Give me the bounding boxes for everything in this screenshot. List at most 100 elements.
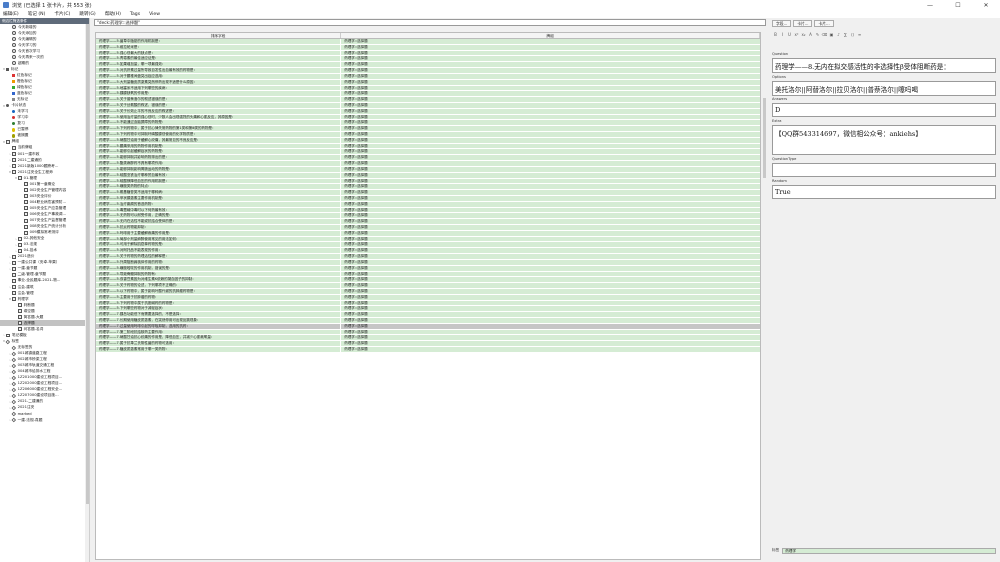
- deck-icon: [12, 266, 16, 271]
- menu-item[interactable]: 帮助(H): [105, 11, 121, 17]
- options-field[interactable]: 美托洛尔||阿替洛尔||拉贝洛尔||普萘洛尔||噻吗喝: [772, 81, 996, 96]
- sort-field-cell: 药理学——5.对抗肝素过量所导致自发性出血最有效的药物是：: [96, 68, 342, 73]
- browser-window: 浏览 (已选择 1 张卡片，共 553 张) — ☐ ✕ 编辑(E) 笔记 (N)…: [0, 0, 1000, 562]
- column-header-sort-field[interactable]: 排序字段: [96, 33, 342, 38]
- minimize-button[interactable]: —: [916, 0, 944, 10]
- deck-cell: 药理学::选择题: [344, 137, 368, 142]
- sidebar-scrollbar-thumb[interactable]: [85, 24, 89, 504]
- sidebar-item[interactable]: › 一建-法规-真题: [0, 417, 89, 423]
- deck-cell: 药理学::选择题: [344, 283, 368, 288]
- menu-item[interactable]: 编辑(E): [3, 11, 19, 17]
- clock-icon: [12, 55, 16, 60]
- deck-icon: [12, 158, 16, 163]
- format-button[interactable]: A: [807, 32, 814, 37]
- random-field[interactable]: True: [772, 185, 996, 199]
- menu-item[interactable]: 跳转(G): [79, 11, 95, 17]
- sidebar-item-label: 无标签的: [17, 345, 33, 349]
- menu-item[interactable]: Tags: [130, 12, 140, 17]
- format-button[interactable]: ∑: [842, 32, 849, 37]
- deck-icon: [12, 285, 16, 290]
- format-button[interactable]: U: [786, 32, 793, 37]
- extra-field[interactable]: 【QQ群543314697，微信相公众号：ankiehs】: [772, 125, 996, 155]
- format-button[interactable]: ✎: [814, 32, 821, 37]
- deck-icon: [24, 212, 28, 217]
- format-button[interactable]: ▣: [828, 32, 835, 37]
- flag-icon: [12, 73, 15, 77]
- sidebar-item-label: 选择题: [23, 320, 35, 325]
- clock-icon: [12, 49, 16, 54]
- cards-button[interactable]: 卡片...: [793, 20, 813, 27]
- fields-button[interactable]: 字段...: [772, 20, 792, 27]
- sidebar-item-label: 一建公共课（安卓-苹果）: [17, 260, 60, 265]
- search-input[interactable]: "deck:药理学::选择题": [94, 19, 766, 26]
- column-header-deck[interactable]: 牌组: [341, 33, 760, 38]
- format-button[interactable]: B: [772, 32, 779, 37]
- deck-cell: 药理学::选择题: [344, 329, 368, 334]
- tags-input[interactable]: 药理学: [782, 547, 996, 554]
- sidebar-item-label: 橙色标记: [17, 78, 32, 83]
- menu-item[interactable]: View: [149, 12, 160, 17]
- format-button[interactable]: x²: [793, 32, 800, 37]
- deck-cell: 药理学::选择题: [344, 219, 368, 224]
- sidebar-item-label: 标签: [11, 338, 19, 343]
- deck-cell: 药理学::选择题: [344, 50, 368, 55]
- question-type-field[interactable]: [772, 163, 996, 177]
- sidebar-tree: 今天新增的 今天添加的 今天编辑的 今天学习的 今天首次学习 今天再来一次的 超期的 ▾ 标记红…: [0, 24, 89, 423]
- format-button[interactable]: ♪: [835, 32, 842, 37]
- question-field[interactable]: 药理学——8.无内在拟交感活性的非选择性β受体阻断药是：: [772, 58, 996, 73]
- format-button[interactable]: ⌫: [821, 32, 828, 37]
- deck-cell: 药理学::选择题: [344, 259, 368, 264]
- answers-field[interactable]: D: [772, 103, 996, 117]
- sidebar-scrollbar[interactable]: [85, 24, 89, 562]
- sort-field-cell: 药理学——5.下列哪些药物对于减轻症状：: [96, 306, 342, 312]
- card-button[interactable]: 卡片...: [814, 20, 834, 27]
- sidebar-item-label: 简答题-大题: [23, 314, 44, 319]
- format-button[interactable]: ⟨⟩: [849, 32, 856, 37]
- sidebar-item-label: 牌组: [11, 139, 19, 144]
- sidebar-item-label: 001一建市政: [17, 151, 40, 156]
- title-bar: 浏览 (已选择 1 张卡片，共 553 张) — ☐ ✕: [0, 0, 1000, 10]
- deck-icon: [24, 200, 28, 205]
- extra-label: Extra: [772, 119, 782, 123]
- sidebar-item-label: 002城市桥梁工程: [17, 357, 47, 362]
- sidebar-item-label: 注会-管理: [17, 290, 34, 295]
- sidebar-item-label: 无标记: [17, 97, 29, 102]
- deck-cell: 药理学::选择题: [344, 79, 368, 84]
- maximize-button[interactable]: ☐: [944, 0, 972, 10]
- menu-item[interactable]: 笔记 (N): [28, 11, 46, 17]
- tag-icon: [11, 345, 16, 350]
- table-scrollbar[interactable]: [762, 32, 767, 560]
- sort-field-cell: 药理学——5.局部小剂量麻醉使用常见的用法如何：: [96, 236, 342, 242]
- sidebar-item-label: 蓝色标记: [17, 91, 32, 96]
- editor-toolbar: 字段... 卡片... 卡片...: [772, 20, 836, 27]
- sort-field-cell: 药理学——5.地塞米不适用下列哪些的疾病：: [96, 85, 342, 91]
- sidebar-item-label: 004职业病危害预防…: [29, 199, 67, 204]
- deck-cell: 药理学::选择题: [344, 248, 368, 253]
- sidebar-item-label: 1Z207000建设项目施…: [17, 393, 59, 398]
- deck-cell: 药理学::选择题: [344, 56, 368, 61]
- tag-icon: [11, 351, 16, 356]
- sidebar-item-label: 复习: [17, 121, 25, 126]
- deck-cell: 药理学::选择题: [344, 114, 368, 119]
- anki-icon: [3, 2, 9, 8]
- sidebar-item-label: 004城市给排水工程: [17, 369, 51, 374]
- format-button[interactable]: ≡: [856, 32, 863, 37]
- format-button[interactable]: I: [779, 32, 786, 37]
- sort-field-cell: 药理学——5.磺胺类药物的特点：: [96, 184, 342, 190]
- deck-icon: [24, 224, 28, 229]
- table-row[interactable]: 药理学——7.糖皮质激素常用于哪一类药物： 药理学::选择题: [96, 347, 760, 353]
- sidebar-item-label: 卡片状态: [11, 103, 27, 108]
- deck-icon: [12, 272, 16, 277]
- sort-field-cell: 药理学——7.过量使用吗啡引起的呼吸抑制，选用的抗药：: [96, 323, 342, 329]
- tag-icon: [11, 381, 16, 386]
- table-scrollbar-thumb[interactable]: [763, 98, 766, 178]
- sort-field-cell: 药理学——7.糖皮质激素常用于哪一类药物：: [96, 347, 342, 352]
- sidebar-item-label: 1Z202000建设工程项目…: [17, 381, 63, 386]
- tag-icon: [11, 393, 16, 398]
- close-button[interactable]: ✕: [972, 0, 1000, 10]
- search-row: "deck:药理学::选择题": [94, 19, 766, 27]
- format-button[interactable]: x₂: [800, 32, 807, 37]
- deck-cell: 药理学::选择题: [344, 288, 368, 293]
- menu-item[interactable]: 卡片(C): [54, 11, 70, 17]
- sidebar-item-label: 一建-法规-真题: [17, 417, 43, 422]
